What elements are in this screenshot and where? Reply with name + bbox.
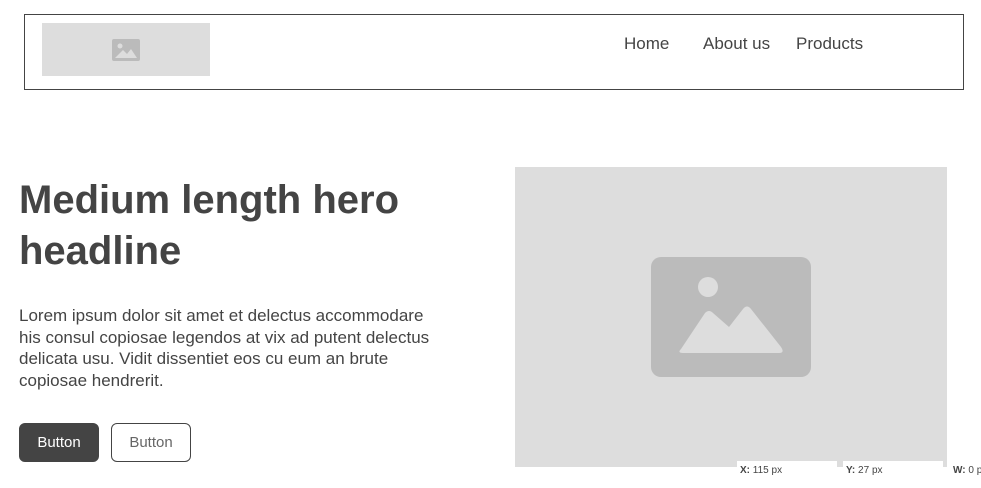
nav-link-home[interactable]: Home — [624, 34, 669, 54]
secondary-button[interactable]: Button — [111, 423, 191, 462]
hero-image — [515, 167, 947, 467]
hero-headline: Medium length hero headline — [19, 178, 399, 273]
nav-link-products[interactable]: Products — [796, 34, 863, 54]
coordinate-readout-w: W: 0 px — [950, 461, 981, 488]
readout-y-value: 27 px — [858, 465, 883, 476]
readout-x-value: 115 px — [752, 465, 783, 476]
logo[interactable] — [42, 23, 210, 76]
nav-link-about-us[interactable]: About us — [703, 34, 770, 54]
site-header: Home About us Products — [24, 14, 964, 90]
readout-w-value: 0 px — [968, 465, 981, 476]
coordinate-readout-y: Y: 27 px — [843, 461, 943, 488]
readout-w-label: W: — [953, 465, 966, 476]
image-placeholder-icon — [651, 257, 811, 377]
image-placeholder-icon — [112, 38, 140, 61]
coordinate-readout-x: X: 115 px — [737, 461, 837, 488]
hero-body-text: Lorem ipsum dolor sit amet et delectus a… — [19, 306, 430, 390]
primary-button[interactable]: Button — [19, 423, 99, 462]
readout-y-label: Y: — [846, 465, 856, 476]
readout-x-label: X: — [740, 465, 750, 476]
page: Home About us Products Medium length her… — [0, 0, 981, 488]
